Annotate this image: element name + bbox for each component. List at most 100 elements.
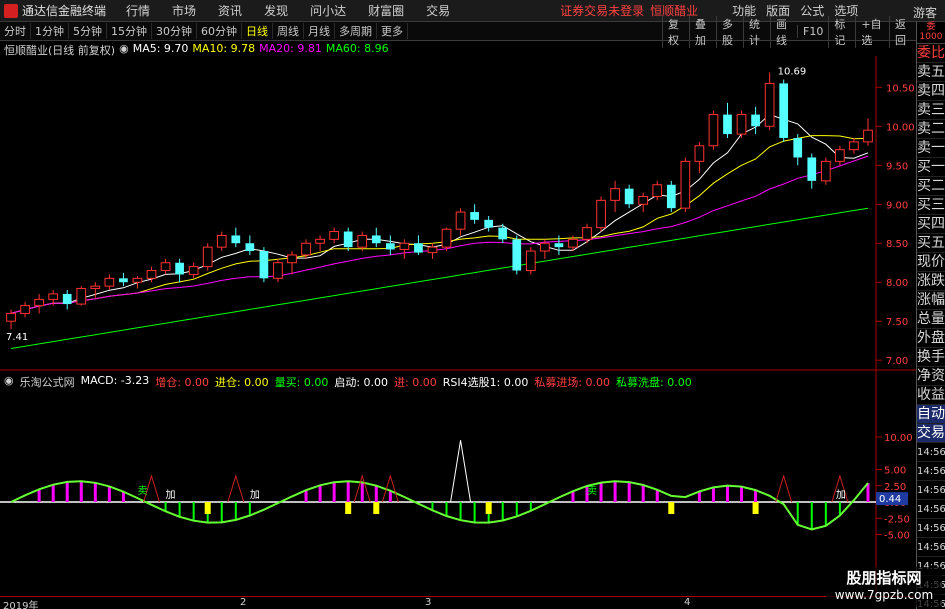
time-item: 14:56 [917, 443, 945, 462]
current-value: 0.44 [879, 494, 901, 505]
side-item[interactable]: 卖二 [917, 120, 945, 139]
candle-body [807, 157, 817, 181]
side-item[interactable]: 卖一 [917, 139, 945, 158]
side-items: 委比 卖五 卖四 卖三 卖二 卖一 买一 买二 买三 买四 买五 现价 涨跌 涨幅 总量 外盘 换手 净资 收益 自动… [917, 44, 945, 609]
candle-body [20, 305, 30, 314]
side-item[interactable]: 涨幅 [917, 291, 945, 310]
period-tab[interactable]: 月线 [304, 23, 335, 39]
menu-item-ask[interactable]: 问小达 [310, 2, 346, 19]
candle-body [245, 243, 255, 252]
side-item[interactable]: 净资 [917, 367, 945, 386]
watermark: 股朋指标网 www.7gpzb.com [826, 567, 942, 607]
candle-body [188, 266, 199, 275]
candle-body [231, 235, 241, 244]
ind-tick-label: 2.50 [884, 482, 906, 493]
menu-item-news[interactable]: 资讯 [218, 2, 242, 19]
candle-body [835, 149, 845, 162]
mark-button[interactable]: 标记 [828, 15, 855, 48]
candle-body [793, 137, 803, 158]
side-item[interactable]: 现价 [917, 253, 945, 272]
app-title: 通达信金融终端 [22, 4, 107, 18]
candle-body [62, 293, 72, 305]
login-status[interactable]: 证券交易未登录 [560, 2, 644, 19]
add-marker: 加 [166, 489, 176, 501]
menu-item-discover[interactable]: 发现 [264, 2, 288, 19]
candle-body [498, 227, 508, 240]
candle-body [160, 262, 171, 272]
period-tab[interactable]: 60分钟 [197, 23, 242, 39]
overlay-button[interactable]: 叠加 [689, 15, 716, 48]
price-tick-label: 7.00 [886, 356, 908, 367]
menu-item-wealth[interactable]: 财富圈 [368, 2, 404, 19]
side-item[interactable]: 买四 [917, 215, 945, 234]
time-item: 14:56 [917, 462, 945, 481]
period-tab[interactable]: 1分钟 [31, 23, 69, 39]
candle-body [216, 234, 227, 248]
stats-button[interactable]: 统计 [743, 15, 770, 48]
candle-body [736, 114, 747, 135]
candle-body [132, 277, 143, 283]
side-item[interactable]: 买三 [917, 196, 945, 215]
auto-trade-item[interactable]: 自动 [917, 405, 945, 424]
side-item[interactable]: 买五 [917, 234, 945, 253]
auto-trade-item[interactable]: 交易 [917, 424, 945, 443]
period-tab[interactable]: 5分钟 [69, 23, 107, 39]
side-item[interactable]: 换手 [917, 348, 945, 367]
ma5-line [10, 114, 869, 314]
side-item[interactable]: 收益 [917, 386, 945, 405]
candle-body [863, 129, 873, 143]
period-tab-daily[interactable]: 日线 [242, 23, 273, 39]
signal-bar [345, 502, 352, 514]
side-item[interactable]: 涨跌 [917, 272, 945, 291]
add-marker: 加 [836, 489, 846, 501]
ind-tick-label: -2.50 [884, 514, 910, 525]
period-tab-more[interactable]: 更多 [377, 23, 408, 39]
candle-body [146, 270, 157, 279]
guest-button[interactable]: 游客 [913, 4, 937, 21]
ind-tick-label: 10.00 [884, 433, 913, 444]
date-tick: 4 [684, 597, 691, 608]
side-item[interactable]: 外盘 [917, 329, 945, 348]
candle-body [414, 243, 423, 253]
menu-item-market[interactable]: 市场 [172, 2, 196, 19]
menu-formula[interactable]: 公式 [800, 2, 824, 19]
candle-body [751, 114, 760, 127]
period-tab[interactable]: 多周期 [335, 23, 377, 39]
period-tab[interactable]: 15分钟 [107, 23, 152, 39]
draw-line-button[interactable]: 画线 [770, 15, 797, 48]
date-tick: 2 [240, 597, 247, 608]
add-watchlist-button[interactable]: +自选 [855, 15, 889, 48]
menu-item-quotes[interactable]: 行情 [126, 2, 150, 19]
signal-bar [373, 502, 380, 514]
app-logo-icon [4, 3, 18, 18]
side-item[interactable]: 总量 [917, 310, 945, 329]
period-tab[interactable]: 30分钟 [152, 23, 197, 39]
side-item[interactable]: 买一 [917, 158, 945, 177]
sell-marker: 卖 [137, 485, 147, 497]
period-tab[interactable]: 分时 [0, 23, 31, 39]
side-item[interactable]: 买二 [917, 177, 945, 196]
side-item[interactable]: 卖三 [917, 101, 945, 120]
candle-body [779, 83, 789, 138]
watermark-title: 股朋指标网 [846, 569, 922, 587]
period-tab[interactable]: 周线 [273, 23, 304, 39]
side-item[interactable]: 委比 [917, 44, 945, 63]
candle-body [34, 298, 44, 307]
back-button[interactable]: 返回 [889, 15, 916, 48]
candle-body [554, 243, 564, 248]
side-panel: 委 比 1000 委比卖五卖四卖三卖二卖一买一买二买三买四买五现价涨跌涨幅总量外… [916, 22, 945, 609]
candle-body [76, 287, 87, 305]
candle-body [666, 184, 676, 209]
price-tick-label: 7.50 [886, 317, 908, 328]
f10-button[interactable]: F10 [797, 25, 828, 38]
price-tick-label: 9.50 [886, 161, 908, 172]
side-item[interactable]: 卖五 [917, 63, 945, 82]
multi-stock-button[interactable]: 多股 [716, 15, 743, 48]
time-item: 14:56 [917, 481, 945, 500]
adjust-button[interactable]: 复权 [662, 15, 689, 48]
circle-icon[interactable]: ◉ [119, 42, 129, 56]
menu-item-trade[interactable]: 交易 [426, 2, 450, 19]
side-item[interactable]: 卖四 [917, 82, 945, 101]
kline-chart[interactable]: 10.69 7.41 10.50 10.00 9.50 9.00 8.50 8.00 7.50… [0, 56, 916, 596]
date-tick: 2019年 [3, 601, 39, 609]
